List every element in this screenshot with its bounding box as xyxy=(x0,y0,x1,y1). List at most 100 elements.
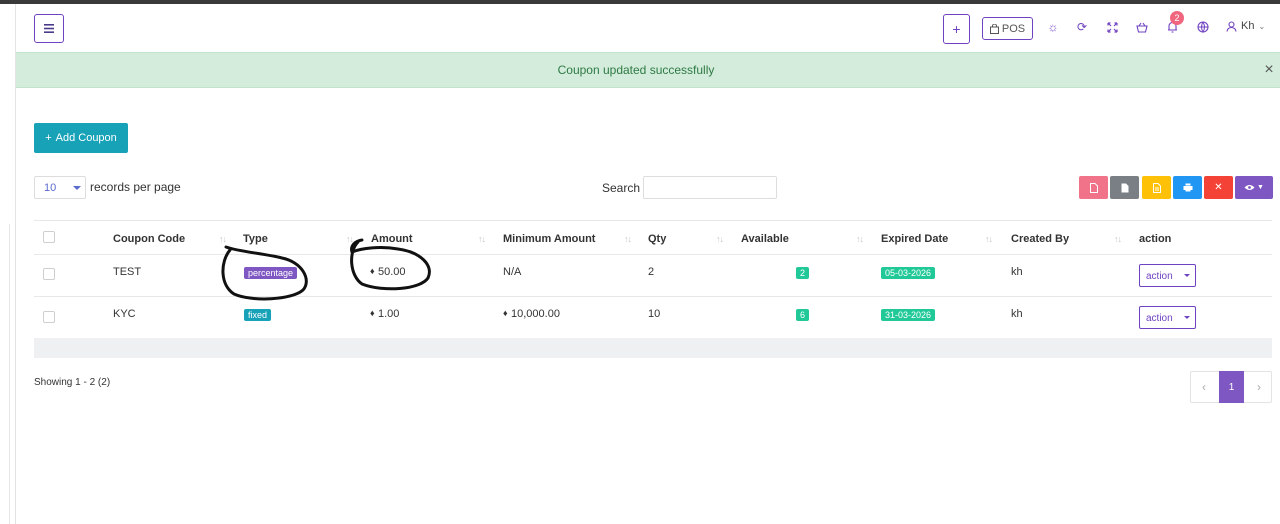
sort-icon[interactable]: ↑↓ xyxy=(346,234,354,244)
table-header-border xyxy=(34,254,1272,255)
excel-file-icon xyxy=(1152,182,1161,193)
coupon-code: TEST xyxy=(113,266,142,278)
next-page-button[interactable]: › xyxy=(1251,380,1267,394)
pagination: ‹ 1 › xyxy=(1190,371,1272,403)
user-icon xyxy=(1226,20,1237,32)
per-page-select[interactable]: 10 xyxy=(34,176,86,199)
col-header-coupon-code[interactable]: Coupon Code xyxy=(113,233,185,245)
eye-icon xyxy=(1244,185,1255,190)
row-divider xyxy=(34,296,1272,297)
search-input[interactable] xyxy=(643,176,777,199)
delete-button[interactable]: ✕ xyxy=(1204,176,1233,199)
basket-icon[interactable] xyxy=(1133,18,1151,36)
add-coupon-label: Add Coupon xyxy=(55,132,117,144)
plus-icon: + xyxy=(45,132,52,144)
col-header-qty[interactable]: Qty xyxy=(648,233,666,245)
currency-icon: ♦ xyxy=(370,266,375,276)
page-1-button[interactable]: 1 xyxy=(1219,371,1244,403)
minimum-amount: 10,000.00 xyxy=(511,308,560,320)
coupon-code: KYC xyxy=(113,308,136,320)
sort-icon[interactable]: ↑↓ xyxy=(219,234,227,244)
prev-page-button[interactable]: ‹ xyxy=(1196,380,1212,394)
menu-toggle-button[interactable] xyxy=(34,14,64,43)
printer-icon xyxy=(1183,183,1192,192)
action-dropdown-button[interactable]: action xyxy=(1139,264,1196,287)
search-label: Search xyxy=(602,181,641,195)
per-page-label: records per page xyxy=(90,180,181,194)
pdf-export-button[interactable] xyxy=(1079,176,1108,199)
hamburger-icon xyxy=(44,24,54,33)
amount: 1.00 xyxy=(378,308,400,320)
col-header-type[interactable]: Type xyxy=(243,233,268,245)
chevron-down-icon: ⌄ xyxy=(1258,21,1266,31)
row-checkbox[interactable] xyxy=(43,268,55,280)
created-by: kh xyxy=(1011,266,1023,278)
sun-icon[interactable]: ☼ xyxy=(1044,18,1062,36)
sort-icon[interactable]: ↑↓ xyxy=(716,234,724,244)
quick-add-button[interactable]: + xyxy=(943,14,970,44)
sort-icon[interactable]: ↑↓ xyxy=(1114,234,1122,244)
user-name: Kh xyxy=(1241,20,1255,32)
caret-down-icon xyxy=(1184,316,1190,319)
caret-down-icon: ▼ xyxy=(1257,184,1264,191)
action-dropdown-button[interactable]: action xyxy=(1139,306,1196,329)
col-header-amount[interactable]: Amount xyxy=(371,233,413,245)
minimum-amount: N/A xyxy=(503,266,522,278)
qty: 10 xyxy=(648,308,661,320)
add-coupon-button[interactable]: + Add Coupon xyxy=(34,123,128,153)
currency-icon: ♦ xyxy=(503,308,508,318)
sort-icon[interactable]: ↑↓ xyxy=(624,234,632,244)
currency-icon: ♦ xyxy=(370,308,375,318)
bag-icon xyxy=(989,23,999,34)
csv-export-button[interactable] xyxy=(1110,176,1139,199)
sort-icon[interactable]: ↑↓ xyxy=(856,234,864,244)
excel-export-button[interactable] xyxy=(1142,176,1171,199)
col-header-available[interactable]: Available xyxy=(741,233,789,245)
available-badge: 6 xyxy=(796,309,810,321)
col-header-created-by[interactable]: Created By xyxy=(1011,233,1069,245)
pdf-file-icon xyxy=(1089,182,1098,193)
action-label: action xyxy=(1146,313,1173,324)
action-label: action xyxy=(1146,271,1173,282)
user-menu[interactable]: Kh ⌄ xyxy=(1226,20,1265,32)
left-rail xyxy=(0,4,16,524)
file-icon xyxy=(1121,183,1128,192)
qty: 2 xyxy=(648,266,655,278)
col-header-expired-date[interactable]: Expired Date xyxy=(881,233,948,245)
pos-button[interactable]: POS xyxy=(982,17,1033,40)
alert-message: Coupon updated successfully xyxy=(557,63,715,77)
fullscreen-icon[interactable] xyxy=(1103,18,1121,36)
select-all-checkbox[interactable] xyxy=(43,231,55,243)
col-header-minimum-amount[interactable]: Minimum Amount xyxy=(503,233,595,245)
sort-icon[interactable]: ↑↓ xyxy=(478,234,486,244)
success-alert: Coupon updated successfully × xyxy=(16,52,1280,88)
row-checkbox[interactable] xyxy=(43,311,55,323)
print-button[interactable] xyxy=(1173,176,1202,199)
column-visibility-button[interactable]: ▼ xyxy=(1235,176,1273,199)
x-icon: ✕ xyxy=(1214,182,1223,193)
table-top-border xyxy=(34,220,1272,221)
caret-down-icon xyxy=(1184,274,1190,277)
type-badge: fixed xyxy=(244,309,272,321)
created-by: kh xyxy=(1011,308,1023,320)
available-badge: 2 xyxy=(796,267,810,279)
table-footer xyxy=(34,338,1272,358)
expired-date-badge: 05-03-2026 xyxy=(881,267,936,279)
col-header-action: action xyxy=(1139,233,1172,245)
amount: 50.00 xyxy=(378,266,406,278)
sort-icon[interactable]: ↑↓ xyxy=(985,234,993,244)
pos-label: POS xyxy=(1001,22,1026,35)
close-icon[interactable]: × xyxy=(1261,61,1277,79)
expired-date-badge: 31-03-2026 xyxy=(881,309,936,321)
per-page-value: 10 xyxy=(44,182,57,194)
globe-icon[interactable] xyxy=(1194,18,1212,36)
showing-count: Showing 1 - 2 (2) xyxy=(34,377,111,388)
notification-badge: 2 xyxy=(1170,11,1184,25)
caret-down-icon xyxy=(73,186,81,190)
type-badge: percentage xyxy=(244,267,298,279)
refresh-icon[interactable]: ⟳ xyxy=(1073,18,1091,36)
top-header: + POS ☼ ⟳ 2 Kh ⌄ xyxy=(16,4,1280,52)
plus-icon: + xyxy=(952,21,961,37)
annotation-circle-amount xyxy=(350,238,431,291)
rail-divider xyxy=(0,224,10,524)
